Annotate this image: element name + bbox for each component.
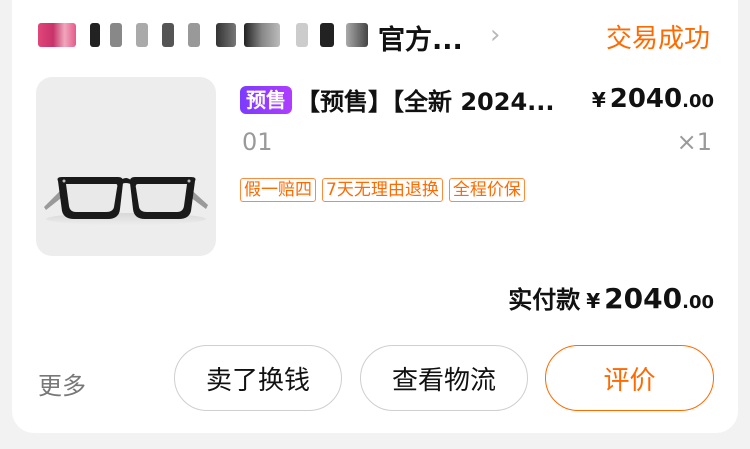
blurred-text	[110, 23, 122, 47]
actual-payment-label: 实付款	[508, 286, 581, 314]
payment-integer: 2040	[604, 282, 683, 315]
sell-for-cash-button[interactable]: 卖了换钱	[174, 345, 342, 411]
blurred-text	[162, 23, 174, 47]
blurred-text	[320, 23, 334, 47]
tag-7-day-return: 7天无理由退换	[322, 178, 443, 202]
blurred-text	[216, 23, 236, 47]
payment-decimal: .00	[682, 292, 714, 313]
shop-name[interactable]: 官方...	[378, 18, 463, 57]
currency-symbol: ¥	[591, 88, 606, 112]
blurred-text	[136, 23, 148, 47]
blurred-text	[296, 23, 308, 47]
review-button[interactable]: 评价	[545, 345, 714, 411]
price-decimal: .00	[682, 91, 714, 112]
blurred-text	[346, 23, 368, 47]
blurred-text	[188, 23, 200, 47]
product-sku: 01	[242, 128, 273, 156]
shop-header[interactable]: 官方... › 交易成功	[38, 10, 718, 60]
blurred-text	[90, 23, 100, 47]
blurred-text	[244, 23, 280, 47]
more-button[interactable]: 更多	[38, 366, 86, 401]
price-integer: 2040	[609, 84, 683, 114]
product-title[interactable]: 【预售】【全新 2024...	[296, 88, 555, 116]
chevron-right-icon[interactable]: ›	[490, 20, 500, 50]
product-image[interactable]	[36, 77, 216, 256]
product-quantity: ×1	[676, 128, 712, 156]
service-tags: 假一赔四 7天无理由退换 全程价保	[240, 178, 531, 202]
presale-badge: 预售	[240, 85, 292, 114]
tag-price-protection: 全程价保	[448, 178, 525, 202]
tag-counterfeit-guarantee: 假一赔四	[240, 178, 316, 202]
blurred-shop-logo	[38, 23, 76, 47]
product-title-row[interactable]: 预售 【预售】【全新 2024...	[240, 82, 580, 116]
view-logistics-button[interactable]: 查看物流	[360, 345, 528, 411]
item-price: ¥2040.00	[592, 84, 714, 114]
currency-symbol: ¥	[586, 289, 601, 313]
actual-payment: 实付款 ¥2040.00	[508, 280, 714, 315]
order-status: 交易成功	[605, 24, 710, 54]
glasses-icon	[44, 177, 208, 225]
